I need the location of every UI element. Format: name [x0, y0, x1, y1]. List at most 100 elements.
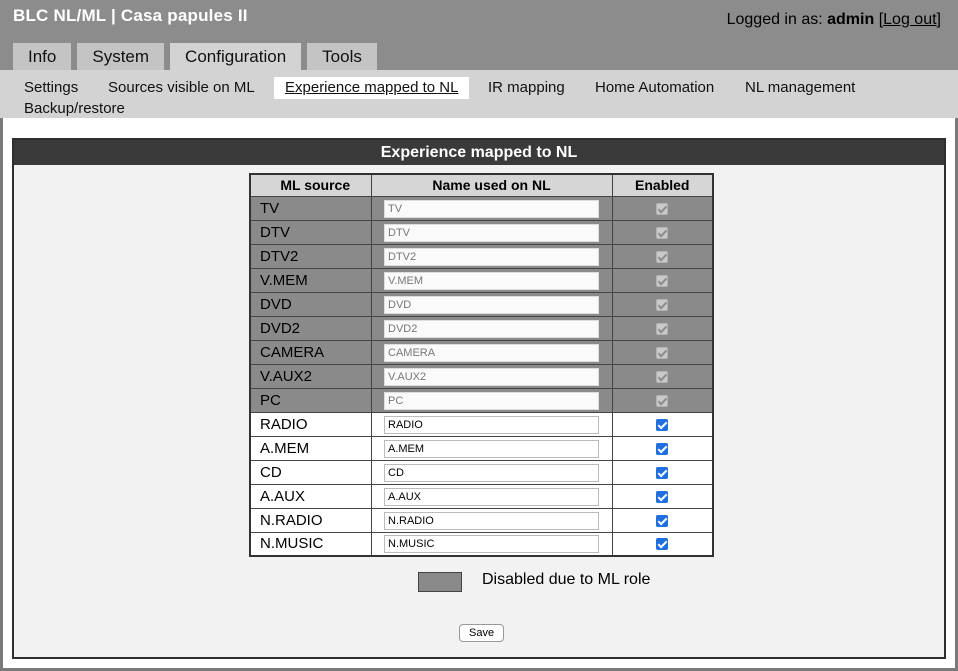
ml-source-cell: DTV2	[249, 243, 372, 269]
top-header: BLC NL/ML | Casa papules II Logged in as…	[0, 0, 958, 70]
table-row: TV	[249, 195, 714, 221]
tab-info[interactable]: Info	[13, 43, 72, 70]
enabled-checkbox[interactable]	[656, 538, 669, 551]
nl-name-input	[384, 223, 599, 242]
nl-name-cell	[370, 291, 613, 317]
ml-source-cell: RADIO	[249, 411, 372, 437]
enabled-checkbox	[656, 298, 669, 311]
ml-source-cell: DTV	[249, 219, 372, 245]
subnav-backup-restore[interactable]: Backup/restore	[13, 99, 136, 119]
logged-in-label: Logged in as:	[726, 11, 823, 28]
mapping-table: ML source Name used on NL Enabled TVDTVD…	[249, 173, 714, 557]
username: admin	[827, 11, 875, 28]
login-status: Logged in as: admin [Log out]	[726, 11, 941, 28]
tab-configuration[interactable]: Configuration	[170, 43, 302, 70]
legend-disabled-text: Disabled due to ML role	[482, 571, 651, 588]
ml-source-cell: N.MUSIC	[249, 531, 372, 557]
enabled-checkbox	[656, 274, 669, 287]
enabled-cell	[611, 411, 714, 437]
tab-system[interactable]: System	[77, 43, 165, 70]
subnav-home-automation[interactable]: Home Automation	[584, 78, 725, 98]
table-row: DVD2	[249, 315, 714, 341]
enabled-cell	[611, 315, 714, 341]
table-row: V.AUX2	[249, 363, 714, 389]
nl-name-input[interactable]	[384, 487, 599, 506]
enabled-cell	[611, 267, 714, 293]
column-header-name-used-on-nl: Name used on NL	[370, 173, 613, 197]
table-row: CAMERA	[249, 339, 714, 365]
nl-name-input	[384, 247, 599, 266]
table-row: V.MEM	[249, 267, 714, 293]
ml-source-cell: V.AUX2	[249, 363, 372, 389]
nl-name-input	[384, 319, 599, 338]
nl-name-cell	[370, 243, 613, 269]
column-header-ml-source: ML source	[249, 173, 372, 197]
enabled-checkbox[interactable]	[656, 442, 669, 455]
save-button[interactable]: Save	[459, 624, 505, 642]
nl-name-input	[384, 367, 599, 386]
nl-name-input	[384, 295, 599, 314]
subnav-nl-management[interactable]: NL management	[734, 78, 866, 98]
nl-name-cell	[370, 387, 613, 413]
ml-source-cell: TV	[249, 195, 372, 221]
subnav-settings[interactable]: Settings	[13, 78, 89, 98]
ml-source-cell: CAMERA	[249, 339, 372, 365]
ml-source-cell: N.RADIO	[249, 507, 372, 533]
app-title: BLC NL/ML | Casa papules II	[13, 6, 248, 25]
nl-name-cell	[370, 531, 613, 557]
nl-name-input[interactable]	[384, 535, 599, 554]
enabled-checkbox	[656, 322, 669, 335]
enabled-cell	[611, 363, 714, 389]
nl-name-input[interactable]	[384, 415, 599, 434]
enabled-checkbox	[656, 202, 669, 215]
nl-name-input[interactable]	[384, 439, 599, 458]
nl-name-cell	[370, 195, 613, 221]
ml-source-cell: A.MEM	[249, 435, 372, 461]
enabled-checkbox[interactable]	[656, 490, 669, 503]
enabled-cell	[611, 339, 714, 365]
nl-name-input	[384, 343, 599, 362]
main-tabs: Info System Configuration Tools	[13, 43, 377, 70]
enabled-cell	[611, 435, 714, 461]
enabled-checkbox	[656, 370, 669, 383]
logout-link[interactable]: Log out	[883, 11, 936, 28]
nl-name-cell	[370, 363, 613, 389]
enabled-checkbox[interactable]	[656, 418, 669, 431]
enabled-checkbox	[656, 394, 669, 407]
table-row: PC	[249, 387, 714, 413]
enabled-checkbox[interactable]	[656, 514, 669, 527]
subnav-sources-visible-on-ml[interactable]: Sources visible on ML	[97, 78, 266, 98]
tab-tools[interactable]: Tools	[307, 43, 377, 70]
subnav-ir-mapping[interactable]: IR mapping	[477, 78, 576, 98]
nl-name-input	[384, 391, 599, 410]
nl-name-input[interactable]	[384, 511, 599, 530]
table-row: DTV2	[249, 243, 714, 269]
enabled-cell	[611, 531, 714, 557]
ml-source-cell: A.AUX	[249, 483, 372, 509]
nl-name-input	[384, 271, 599, 290]
mapping-table-body: TVDTVDTV2V.MEMDVDDVD2CAMERAV.AUX2PCRADIO…	[249, 195, 714, 557]
table-row: DTV	[249, 219, 714, 245]
table-row: A.MEM	[249, 435, 714, 461]
nl-name-cell	[370, 315, 613, 341]
enabled-cell	[611, 507, 714, 533]
nl-name-cell	[370, 411, 613, 437]
ml-source-cell: PC	[249, 387, 372, 413]
table-row: CD	[249, 459, 714, 485]
table-header-row: ML source Name used on NL Enabled	[249, 173, 714, 197]
nl-name-cell	[370, 435, 613, 461]
enabled-checkbox	[656, 346, 669, 359]
enabled-cell	[611, 483, 714, 509]
column-header-enabled: Enabled	[611, 173, 714, 197]
table-row: N.MUSIC	[249, 531, 714, 557]
nl-name-cell	[370, 219, 613, 245]
ml-source-cell: V.MEM	[249, 267, 372, 293]
nl-name-input[interactable]	[384, 463, 599, 482]
table-row: RADIO	[249, 411, 714, 437]
nl-name-cell	[370, 459, 613, 485]
enabled-checkbox[interactable]	[656, 466, 669, 479]
nl-name-input	[384, 199, 599, 218]
enabled-checkbox	[656, 226, 669, 239]
subnav-experience-mapped-to-nl[interactable]: Experience mapped to NL	[274, 77, 470, 99]
enabled-cell	[611, 243, 714, 269]
